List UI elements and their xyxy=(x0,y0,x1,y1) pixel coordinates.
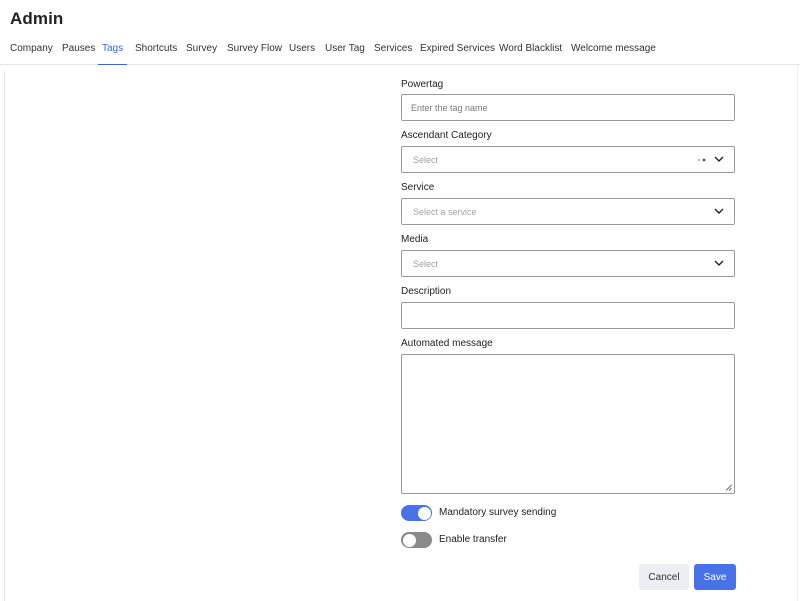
media-label: Media xyxy=(401,234,429,245)
service-placeholder: Select a service xyxy=(413,207,477,217)
tab-users[interactable]: Users xyxy=(289,43,315,65)
ascendant-category-placeholder: Select xyxy=(413,155,439,165)
automated-message-textarea[interactable] xyxy=(402,355,734,493)
tab-pauses[interactable]: Pauses xyxy=(62,43,95,65)
service-label: Service xyxy=(401,182,435,193)
powertag-label: Powertag xyxy=(401,79,444,90)
toggle-knob xyxy=(417,506,431,520)
chevron-down-icon[interactable] xyxy=(714,155,724,163)
media-select[interactable]: Select xyxy=(401,250,735,277)
tab-tags[interactable]: Tags xyxy=(98,43,128,65)
enable-transfer-label: Enable transfer xyxy=(439,534,507,545)
tab-user-tag[interactable]: User Tag xyxy=(325,43,365,65)
tab-services[interactable]: Services xyxy=(374,43,412,65)
chevron-down-icon[interactable] xyxy=(714,207,724,215)
ascendant-category-label: Ascendant Category xyxy=(401,130,492,141)
save-button[interactable]: Save xyxy=(694,564,736,590)
tab-expired-services[interactable]: Expired Services xyxy=(420,43,495,65)
description-input[interactable] xyxy=(402,303,734,328)
tab-bar: Company Pauses Tags Shortcuts Survey Sur… xyxy=(0,37,800,65)
service-select[interactable]: Select a service xyxy=(401,198,735,225)
media-placeholder: Select xyxy=(413,259,439,269)
description-label: Description xyxy=(401,286,452,297)
tab-welcome-message[interactable]: Welcome message xyxy=(571,43,656,65)
ascendant-category-select[interactable]: Select xyxy=(401,146,735,173)
cancel-button[interactable]: Cancel xyxy=(639,564,689,590)
tab-shortcuts[interactable]: Shortcuts xyxy=(135,43,177,65)
description-field[interactable] xyxy=(401,302,735,329)
resize-handle-icon[interactable] xyxy=(725,484,732,491)
enable-transfer-toggle[interactable] xyxy=(401,532,432,548)
toggle-knob xyxy=(402,533,416,547)
tab-survey-flow[interactable]: Survey Flow xyxy=(227,43,282,65)
tab-survey[interactable]: Survey xyxy=(186,43,217,65)
automated-message-label: Automated message xyxy=(401,338,493,349)
loading-dots-icon xyxy=(697,158,706,162)
page-title: Admin xyxy=(10,9,64,28)
powertag-field[interactable] xyxy=(401,94,735,121)
automated-message-field[interactable] xyxy=(401,354,735,494)
tab-company[interactable]: Company xyxy=(10,43,53,65)
mandatory-survey-label: Mandatory survey sending xyxy=(439,507,557,518)
chevron-down-icon[interactable] xyxy=(714,259,724,267)
scroll-edge xyxy=(797,66,798,601)
powertag-input[interactable] xyxy=(402,95,734,120)
tab-word-blacklist[interactable]: Word Blacklist xyxy=(499,43,562,65)
left-panel-divider xyxy=(4,71,5,601)
mandatory-survey-toggle[interactable] xyxy=(401,505,432,521)
